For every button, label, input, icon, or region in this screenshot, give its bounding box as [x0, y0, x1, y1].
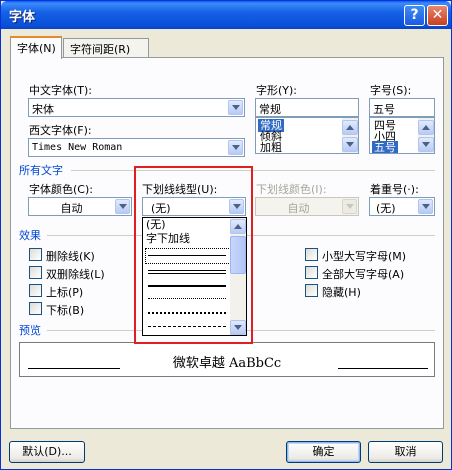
chinese-font-combo[interactable]: 宋体 — [28, 98, 245, 117]
scroll-up-icon[interactable] — [342, 120, 358, 135]
checkbox-label: 双删除线(L) — [46, 268, 105, 281]
font-style-value: 常规 — [259, 103, 281, 116]
help-icon[interactable]: ? — [404, 5, 425, 26]
emphasis-mark-label: 着重号(·): — [370, 183, 419, 196]
chevron-down-icon[interactable] — [418, 199, 433, 214]
effects-section-label: 效果 — [19, 229, 41, 242]
tab-character-spacing[interactable]: 字符间距(R) — [63, 38, 149, 58]
checkbox-box[interactable] — [29, 284, 42, 297]
scroll-down-icon[interactable] — [418, 137, 434, 152]
western-font-value: Times New Roman — [32, 142, 123, 153]
list-item[interactable]: 加粗 — [258, 141, 284, 153]
checkbox-label: 小型大写字母(M) — [322, 250, 407, 263]
font-color-value: 自动 — [60, 202, 83, 215]
scroll-up-icon[interactable] — [418, 120, 434, 135]
default-button[interactable]: 默认(D)... — [9, 441, 85, 463]
checkbox-label: 上标(P) — [46, 286, 84, 299]
scrollbar[interactable] — [418, 118, 434, 153]
font-color-label: 字体颜色(C): — [29, 183, 93, 196]
western-font-label: 西文字体(F): — [29, 124, 92, 137]
preview-box: 微软卓越 AaBbCc — [19, 342, 435, 377]
western-font-combo[interactable]: Times New Roman — [28, 138, 245, 157]
chevron-down-icon[interactable] — [115, 199, 130, 214]
close-icon[interactable]: ✕ — [427, 5, 448, 26]
scroll-down-icon[interactable] — [342, 137, 358, 152]
window-title: 字体 — [9, 10, 36, 25]
chinese-font-value: 宋体 — [32, 103, 54, 116]
chevron-down-icon — [342, 199, 357, 214]
underline-color-label: 下划线颜色(I): — [256, 183, 327, 196]
font-size-input[interactable]: 五号 — [369, 98, 435, 117]
chevron-down-icon[interactable] — [228, 140, 243, 155]
font-size-label: 字号(S): — [370, 84, 412, 97]
title-bar[interactable]: 字体 ? ✕ — [1, 1, 451, 29]
checkbox-box[interactable] — [29, 266, 42, 279]
chinese-font-label: 中文字体(T): — [29, 84, 93, 97]
font-color-combo[interactable]: 自动 — [28, 197, 132, 216]
font-size-list[interactable]: 四号 小四 五号 — [369, 117, 435, 154]
font-dialog: 字体 ? ✕ 字体(N) 字符间距(R) 中文字体(T): 宋体 西文字体(F)… — [0, 0, 452, 470]
checkbox-box[interactable] — [305, 266, 318, 279]
preview-baseline — [338, 368, 428, 369]
divider — [71, 170, 435, 171]
font-style-input[interactable]: 常规 — [255, 98, 359, 117]
checkbox-label: 全部大写字母(A) — [322, 268, 405, 281]
underline-color-value: 自动 — [287, 202, 310, 215]
list-item[interactable]: 五号 — [372, 141, 398, 153]
chevron-down-icon[interactable] — [228, 100, 243, 115]
checkbox-box[interactable] — [29, 248, 42, 261]
annotation-highlight — [134, 166, 253, 344]
tab-font[interactable]: 字体(N) — [10, 36, 62, 59]
emphasis-mark-value: (无) — [376, 202, 396, 215]
checkbox-label: 下标(B) — [46, 304, 85, 317]
checkbox-box[interactable] — [29, 302, 42, 315]
preview-section-label: 预览 — [19, 324, 41, 337]
emphasis-mark-combo[interactable]: (无) — [369, 197, 435, 216]
underline-color-combo: 自动 — [255, 197, 359, 216]
scrollbar[interactable] — [342, 118, 358, 153]
cancel-button[interactable]: 取消 — [368, 441, 443, 463]
checkbox-box[interactable] — [305, 284, 318, 297]
font-style-label: 字形(Y): — [256, 84, 298, 97]
font-size-value: 五号 — [373, 103, 395, 116]
all-text-section-label: 所有文字 — [19, 164, 63, 177]
checkbox-label: 删除线(K) — [46, 250, 95, 263]
checkbox-box[interactable] — [305, 248, 318, 261]
font-style-list[interactable]: 常规 倾斜 加粗 — [255, 117, 359, 154]
checkbox-label: 隐藏(H) — [322, 286, 361, 299]
ok-button[interactable]: 确定 — [286, 441, 361, 463]
